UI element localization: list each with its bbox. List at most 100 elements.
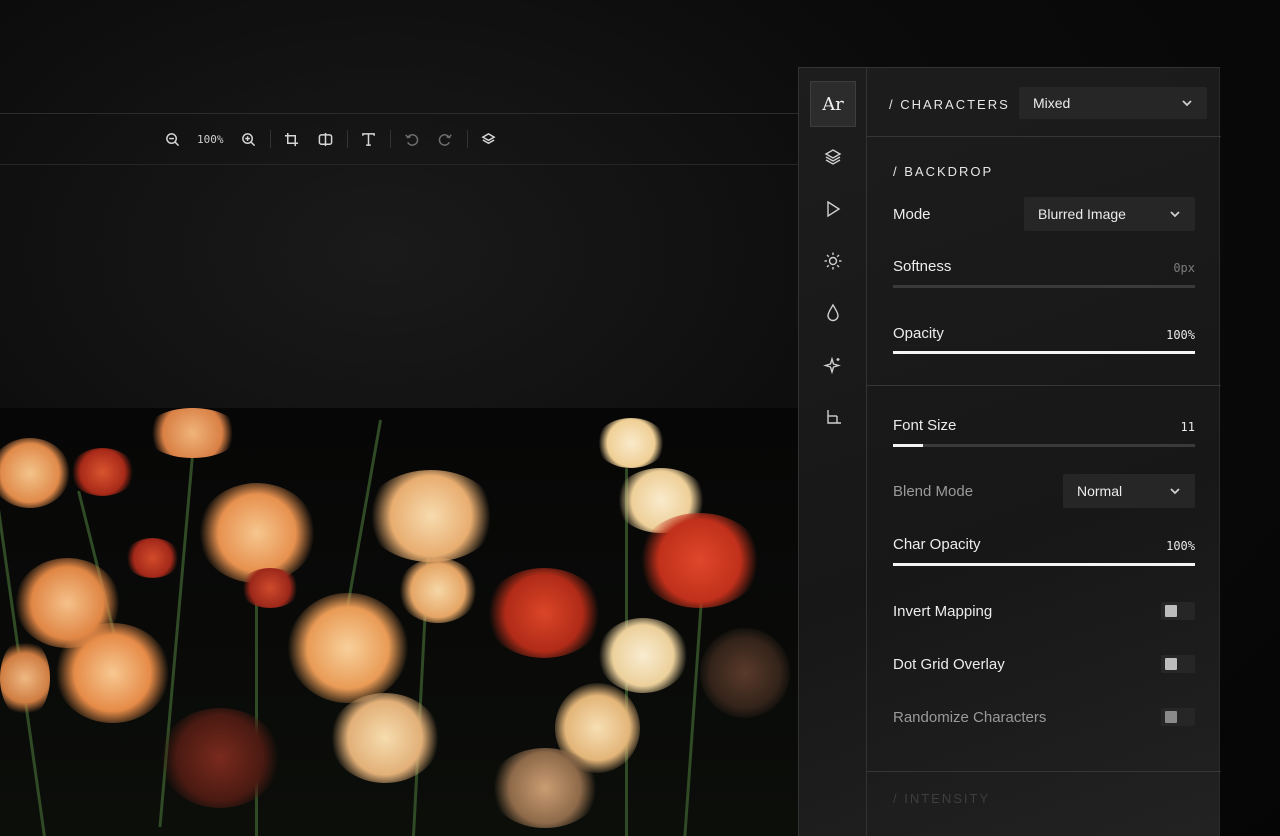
flower-red xyxy=(637,513,762,608)
char-opacity-value: 100% xyxy=(1166,539,1195,553)
chevron-down-icon xyxy=(1182,100,1192,107)
toolbar-bottom-divider xyxy=(0,164,798,165)
zoom-in-icon xyxy=(242,132,256,146)
randomize-label: Randomize Characters xyxy=(893,709,1047,726)
toggle-knob xyxy=(1165,605,1177,617)
flower-cream xyxy=(596,418,666,468)
char-opacity-label: Char Opacity xyxy=(893,536,981,553)
layers-icon xyxy=(824,149,842,165)
zoom-level[interactable]: 100% xyxy=(189,133,232,146)
sparkle-icon xyxy=(823,356,841,375)
drop-icon xyxy=(827,303,839,322)
flower-orange xyxy=(198,483,316,583)
flower-cream xyxy=(598,618,688,693)
flower-cream xyxy=(330,693,440,783)
mode-select-value: Blurred Image xyxy=(1038,206,1126,222)
split-compare-icon xyxy=(318,132,333,146)
undo-icon xyxy=(405,133,419,146)
dot-grid-toggle[interactable] xyxy=(1161,655,1195,673)
brightness-icon xyxy=(824,252,842,270)
backdrop-section-title: / BACKDROP xyxy=(893,164,994,179)
zoom-out-icon xyxy=(165,132,179,146)
opacity-value: 100% xyxy=(1166,328,1195,342)
flower-orange xyxy=(55,623,170,723)
flower-faded xyxy=(700,628,790,718)
section-divider xyxy=(867,385,1221,386)
crop-icon xyxy=(284,132,299,146)
randomize-toggle[interactable] xyxy=(1161,708,1195,726)
panel-content: / CHARACTERS Mixed / BACKDROP Mode Blurr… xyxy=(867,68,1221,836)
blend-mode-label: Blend Mode xyxy=(893,483,974,500)
settings-panel: Ar / CHARACTERS Mixed / BACKDROP Mode Bl… xyxy=(798,67,1221,836)
toolbar-top-divider xyxy=(0,113,798,114)
characters-section-title: / CHARACTERS xyxy=(889,97,1010,112)
char-opacity-slider-fill xyxy=(893,563,1195,566)
flower-faded xyxy=(490,748,600,828)
characters-icon: Ar xyxy=(822,93,844,115)
invert-mapping-toggle[interactable] xyxy=(1161,602,1195,620)
flower-red xyxy=(485,568,603,658)
redo-button[interactable] xyxy=(429,126,463,152)
flower-orange xyxy=(0,438,70,508)
layers-icon xyxy=(481,132,496,144)
rail-effects-button[interactable] xyxy=(810,343,856,389)
mode-label: Mode xyxy=(893,206,931,223)
flower-orange xyxy=(0,638,50,718)
dot-grid-label: Dot Grid Overlay xyxy=(893,656,1005,673)
flower-red xyxy=(125,538,180,578)
rail-play-button[interactable] xyxy=(810,186,856,232)
font-size-slider-fill xyxy=(893,444,924,447)
flower-cream xyxy=(398,558,478,623)
section-divider xyxy=(867,136,1221,137)
crop-button[interactable] xyxy=(275,126,309,152)
frame-crop-icon xyxy=(827,410,841,424)
softness-slider[interactable] xyxy=(893,285,1195,288)
redo-icon xyxy=(438,133,452,146)
rail-color-button[interactable] xyxy=(810,290,856,336)
flower-stem xyxy=(683,588,704,836)
rail-characters-button[interactable]: Ar xyxy=(810,81,856,127)
flower-red xyxy=(240,568,300,608)
toolbar-separator xyxy=(466,130,468,148)
artwork-preview[interactable] xyxy=(0,408,798,836)
softness-label: Softness xyxy=(893,258,952,275)
characters-select[interactable]: Mixed xyxy=(1019,87,1207,119)
toolbar-separator xyxy=(269,130,271,148)
toggle-knob xyxy=(1165,658,1177,670)
mode-select[interactable]: Blurred Image xyxy=(1024,197,1195,231)
zoom-out-button[interactable] xyxy=(155,126,189,152)
font-size-value: 11 xyxy=(1180,420,1195,434)
blend-mode-select-value: Normal xyxy=(1077,483,1123,499)
rail-layers-button[interactable] xyxy=(810,134,856,180)
text-icon xyxy=(362,132,375,146)
chevron-down-icon xyxy=(1170,211,1180,218)
opacity-slider[interactable] xyxy=(893,351,1195,354)
canvas-toolbar: 100% xyxy=(155,126,506,152)
tool-rail: Ar xyxy=(799,68,867,836)
font-size-slider[interactable] xyxy=(893,444,1195,447)
compare-button[interactable] xyxy=(309,126,343,152)
flower-orange xyxy=(145,408,240,458)
char-opacity-slider[interactable] xyxy=(893,563,1195,566)
undo-button[interactable] xyxy=(395,126,429,152)
invert-mapping-label: Invert Mapping xyxy=(893,603,993,620)
intensity-section-title: / INTENSITY xyxy=(893,791,991,806)
opacity-label: Opacity xyxy=(893,325,944,342)
toolbar-separator xyxy=(346,130,348,148)
play-icon xyxy=(827,200,841,218)
chevron-down-icon xyxy=(1170,488,1180,495)
softness-value: 0px xyxy=(1173,261,1195,275)
section-divider xyxy=(867,771,1221,772)
flower-red xyxy=(70,448,135,496)
rail-frame-button[interactable] xyxy=(810,395,856,441)
toggle-knob xyxy=(1165,711,1177,723)
opacity-slider-fill xyxy=(893,351,1195,354)
text-tool-button[interactable] xyxy=(352,126,386,152)
characters-select-value: Mixed xyxy=(1033,95,1071,111)
flower-cream xyxy=(365,470,497,562)
layers-button[interactable] xyxy=(472,126,506,152)
zoom-in-button[interactable] xyxy=(232,126,266,152)
toolbar-separator xyxy=(389,130,391,148)
blend-mode-select[interactable]: Normal xyxy=(1063,474,1195,508)
rail-brightness-button[interactable] xyxy=(810,238,856,284)
